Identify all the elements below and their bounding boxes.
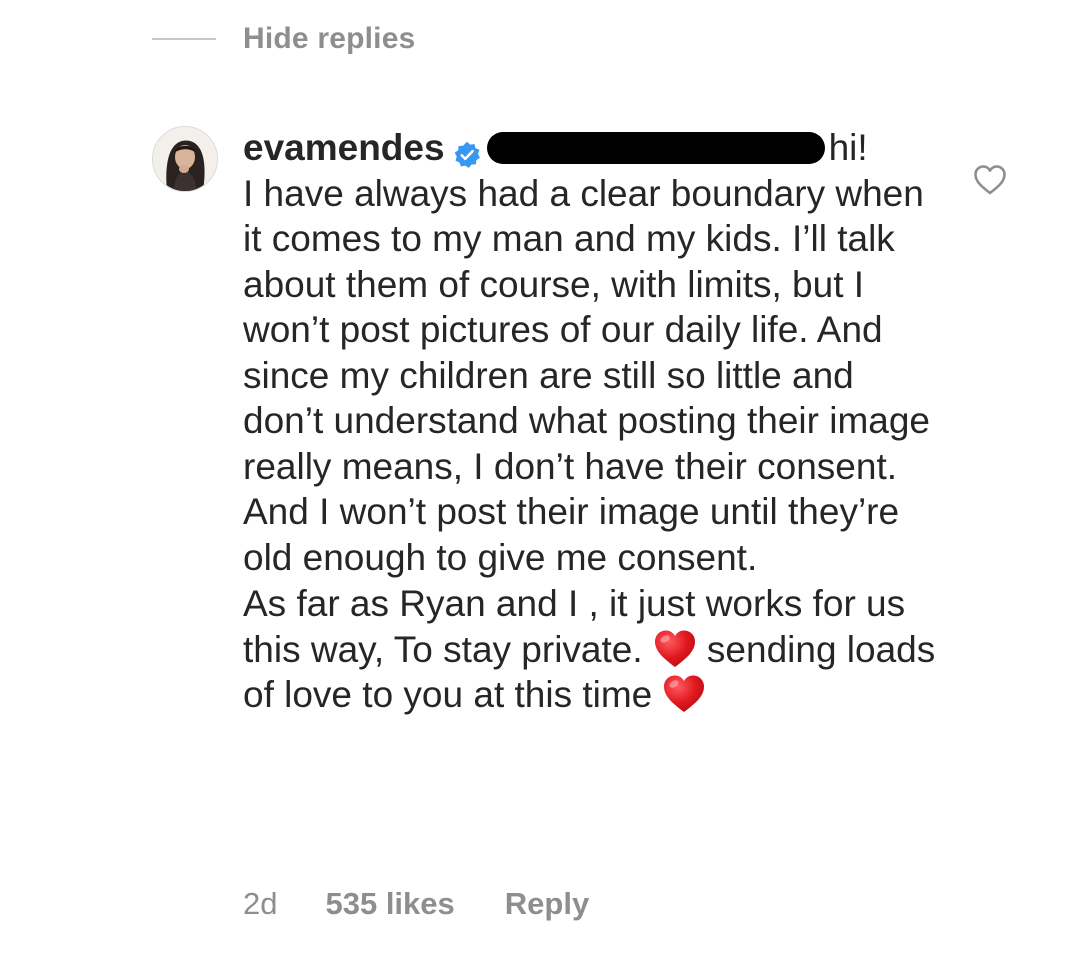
comment-greeting: hi! — [828, 127, 868, 168]
red-heart-emoji-icon — [653, 628, 697, 670]
comment-header: evamendes hi! — [243, 125, 943, 171]
replies-divider-line — [152, 38, 216, 40]
hide-replies-button[interactable]: Hide replies — [152, 22, 415, 56]
heart-outline-icon — [974, 165, 1006, 195]
like-comment-button[interactable] — [973, 164, 1007, 196]
likes-count-link[interactable]: 535 likes — [325, 886, 454, 922]
comment-paragraph-1: I have always had a clear boundary when … — [243, 172, 930, 578]
red-heart-emoji-icon — [662, 673, 706, 715]
comment-body: evamendes hi! I have always had a clear … — [243, 125, 943, 718]
avatar-photo — [153, 127, 217, 191]
avatar[interactable] — [152, 126, 218, 192]
redacted-mention[interactable] — [486, 131, 825, 164]
reply-button[interactable]: Reply — [505, 886, 589, 922]
comment-paragraph-2: As far as Ryan and I , it just works for… — [243, 581, 943, 718]
username-link[interactable]: evamendes — [243, 125, 445, 171]
verified-badge-icon — [453, 134, 481, 168]
hide-replies-label: Hide replies — [243, 22, 416, 55]
comment-timestamp: 2d — [243, 886, 278, 921]
comment-meta: 2d 535 likes Reply — [243, 886, 589, 922]
